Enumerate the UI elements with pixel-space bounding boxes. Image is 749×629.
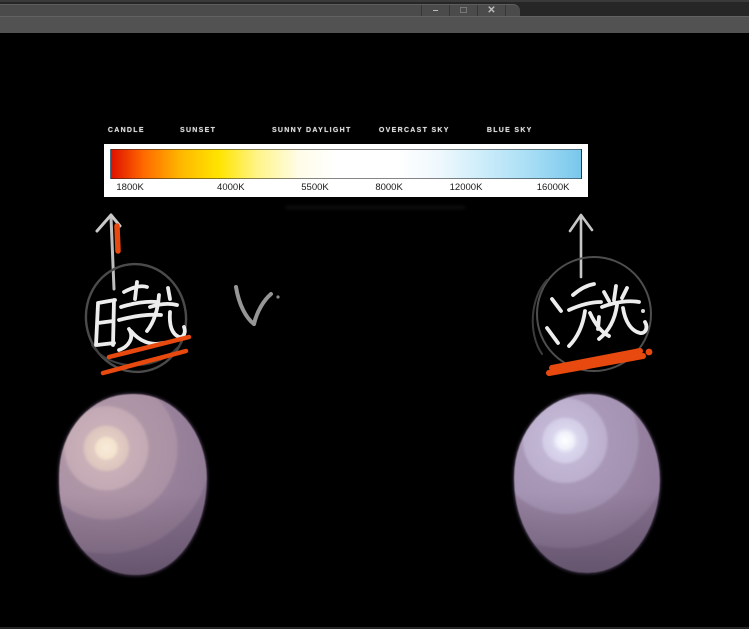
color-temperature-chart: CANDLE SUNSET SUNNY DAYLIGHT OVERCAST SKY BL… bbox=[104, 126, 588, 197]
app-window: – □ ✕ CANDLE SUNSET SUNNY DAYLIGHT OVERCAST… bbox=[0, 0, 749, 629]
toolbar-bar bbox=[0, 16, 749, 33]
titlebar-row: – □ ✕ bbox=[0, 0, 749, 18]
chart-white-panel: 1800K 4000K 5500K 8000K 12000K 16000K bbox=[104, 144, 588, 197]
chart-tick-label: 5500K bbox=[301, 182, 329, 193]
chart-tick-label: 8000K bbox=[375, 182, 403, 193]
chart-tick-label: 12000K bbox=[449, 182, 483, 193]
chart-category-label: OVERCAST SKY bbox=[378, 127, 450, 134]
chart-category-label: SUNSET bbox=[179, 127, 217, 134]
chart-tick-label: 16000K bbox=[536, 182, 570, 193]
faint-smudge bbox=[285, 206, 465, 209]
chart-category-label: SUNNY DAYLIGHT bbox=[271, 127, 352, 134]
chart-tick-label: 1800K bbox=[116, 182, 144, 193]
chart-category-label: BLUE SKY bbox=[486, 127, 533, 134]
chart-category-labels: CANDLE SUNSET SUNNY DAYLIGHT OVERCAST SKY BL… bbox=[104, 126, 588, 139]
temperature-gradient-bar bbox=[110, 149, 582, 179]
chart-category-label: CANDLE bbox=[107, 127, 145, 134]
warm-light-sphere bbox=[59, 394, 207, 575]
chart-tick-label: 4000K bbox=[217, 182, 245, 193]
chart-tick-labels: 1800K 4000K 5500K 8000K 12000K 16000K bbox=[104, 182, 588, 195]
cool-light-sphere bbox=[514, 394, 660, 573]
